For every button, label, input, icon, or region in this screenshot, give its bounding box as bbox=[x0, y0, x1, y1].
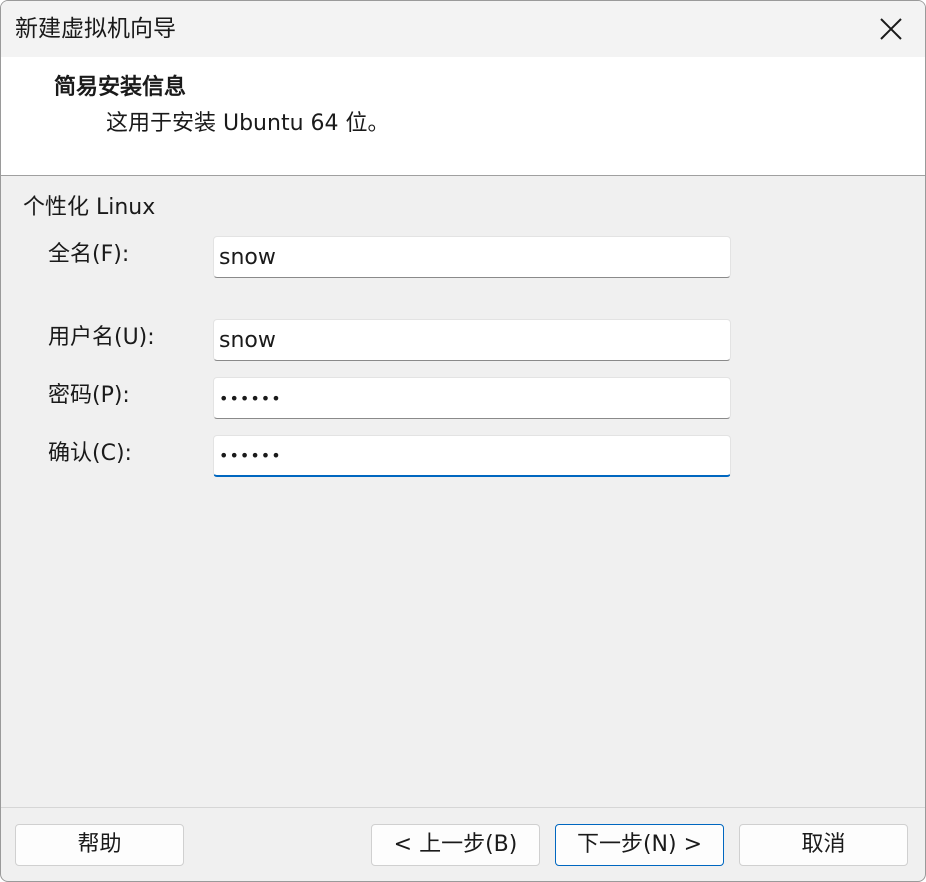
next-button[interactable]: 下一步(N) > bbox=[555, 824, 724, 866]
page-subtitle: 这用于安装 Ubuntu 64 位。 bbox=[106, 111, 390, 136]
wizard-header: 简易安装信息 这用于安装 Ubuntu 64 位。 bbox=[1, 57, 925, 176]
close-button[interactable] bbox=[855, 1, 925, 57]
title-bar[interactable]: 新建虚拟机向导 bbox=[1, 1, 925, 57]
page-title: 简易安装信息 bbox=[54, 75, 187, 100]
fullname-label: 全名(F): bbox=[48, 242, 130, 267]
window-title: 新建虚拟机向导 bbox=[15, 16, 176, 42]
cancel-button[interactable]: 取消 bbox=[739, 824, 908, 866]
wizard-window: 新建虚拟机向导 简易安装信息 这用于安装 Ubuntu 64 位。 个性化 Li… bbox=[0, 0, 926, 882]
footer-divider bbox=[1, 807, 925, 808]
back-button[interactable]: < 上一步(B) bbox=[371, 824, 540, 866]
username-label: 用户名(U): bbox=[48, 325, 155, 350]
group-label-personalize: 个性化 Linux bbox=[23, 195, 156, 220]
password-input[interactable] bbox=[213, 377, 731, 419]
password-label: 密码(P): bbox=[48, 383, 130, 408]
help-button[interactable]: 帮助 bbox=[15, 824, 184, 866]
close-icon bbox=[880, 18, 902, 40]
fullname-input[interactable] bbox=[213, 236, 731, 278]
confirm-password-input[interactable] bbox=[213, 435, 731, 477]
username-input[interactable] bbox=[213, 319, 731, 361]
confirm-password-label: 确认(C): bbox=[48, 441, 132, 466]
